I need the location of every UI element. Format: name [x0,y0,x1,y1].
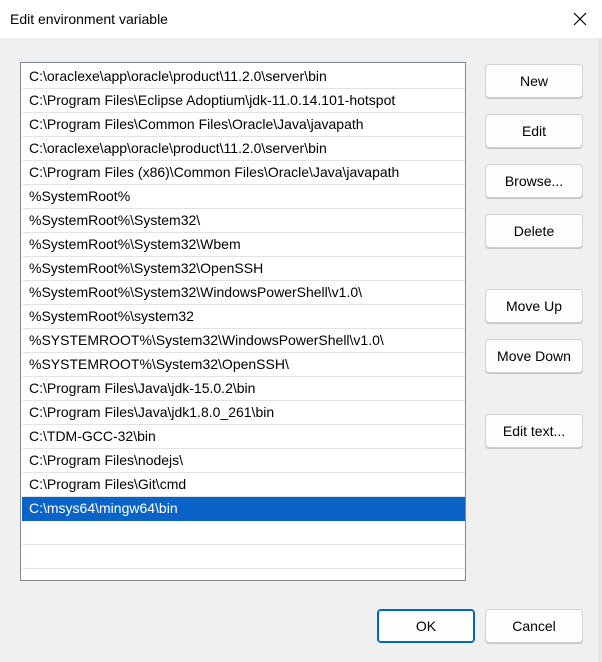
list-item[interactable]: C:\Program Files\Java\jdk1.8.0_261\bin [22,401,465,425]
list-item[interactable]: %SYSTEMROOT%\System32\WindowsPowerShell\… [22,329,465,353]
list-item[interactable]: C:\Program Files\Common Files\Oracle\Jav… [22,113,465,137]
list-item[interactable]: %SystemRoot%\System32\ [22,209,465,233]
close-icon [573,12,587,26]
window-edge [598,38,602,662]
delete-button[interactable]: Delete [485,214,583,248]
browse-button[interactable]: Browse... [485,164,583,198]
list-item[interactable]: C:\oraclexe\app\oracle\product\11.2.0\se… [22,65,465,89]
list-item[interactable]: %SystemRoot% [22,185,465,209]
list-item[interactable]: %SystemRoot%\System32\Wbem [22,233,465,257]
title-bar: Edit environment variable [0,0,602,38]
list-item[interactable]: %SystemRoot%\system32 [22,305,465,329]
ok-button[interactable]: OK [377,609,475,643]
list-item[interactable]: C:\Program Files\Java\jdk-15.0.2\bin [22,377,465,401]
path-entries-list[interactable]: C:\oraclexe\app\oracle\product\11.2.0\se… [20,62,466,581]
new-button[interactable]: New [485,64,583,98]
list-item[interactable]: %SYSTEMROOT%\System32\OpenSSH\ [22,353,465,377]
list-item[interactable]: C:\Program Files\Eclipse Adoptium\jdk-11… [22,89,465,113]
list-item[interactable]: C:\TDM-GCC-32\bin [22,425,465,449]
list-item[interactable]: C:\Program Files\Git\cmd [22,473,465,497]
window-title: Edit environment variable [10,11,168,27]
list-item-selected[interactable]: C:\msys64\mingw64\bin [22,497,465,521]
edit-button[interactable]: Edit [485,114,583,148]
list-item[interactable]: C:\Program Files (x86)\Common Files\Orac… [22,161,465,185]
list-item[interactable]: %SystemRoot%\System32\WindowsPowerShell\… [22,281,465,305]
list-item-empty[interactable] [22,545,465,569]
edit-text-button[interactable]: Edit text... [485,414,583,448]
cancel-button[interactable]: Cancel [485,609,583,643]
list-item-empty[interactable] [22,521,465,545]
move-down-button[interactable]: Move Down [485,339,583,373]
list-item[interactable]: %SystemRoot%\System32\OpenSSH [22,257,465,281]
list-item[interactable]: C:\Program Files\nodejs\ [22,449,465,473]
move-up-button[interactable]: Move Up [485,289,583,323]
close-button[interactable] [558,0,602,38]
list-item[interactable]: C:\oraclexe\app\oracle\product\11.2.0\se… [22,137,465,161]
